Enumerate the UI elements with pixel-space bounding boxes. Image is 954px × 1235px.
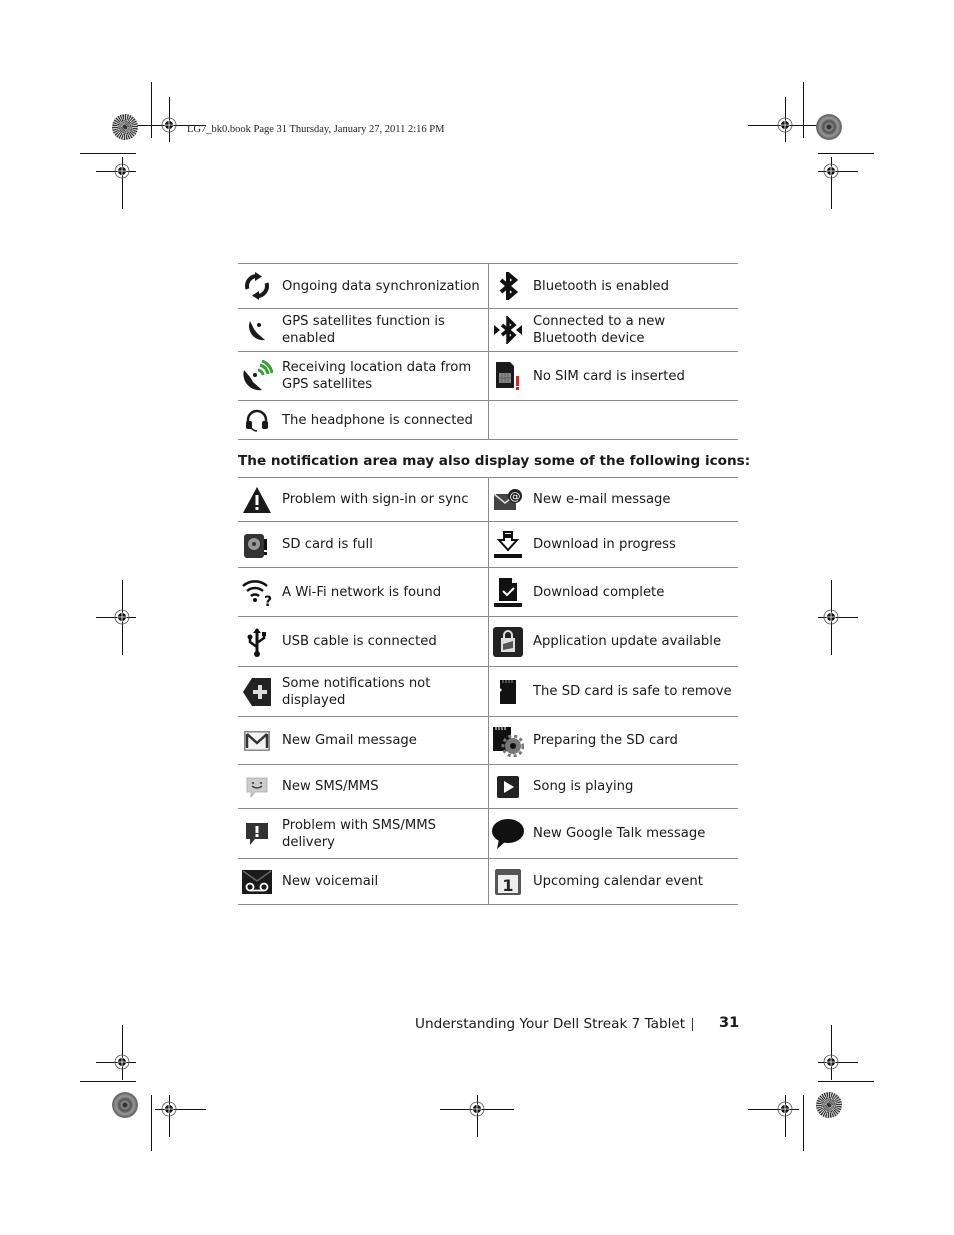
voicemail-icon <box>238 869 276 894</box>
app-update-icon <box>489 626 527 657</box>
crop-line <box>151 82 152 138</box>
icon-description: Download in progress <box>533 537 676 552</box>
table-row: GPS satellites function is enabled Conne… <box>238 308 738 352</box>
crop-line <box>831 1025 832 1080</box>
gps-satellite-icon <box>238 318 276 342</box>
sd-card-preparing-icon <box>489 725 527 757</box>
sms-icon <box>238 775 276 799</box>
gmail-icon <box>238 729 276 753</box>
table-row: Receiving location data from GPS satelli… <box>238 351 738 401</box>
download-complete-icon <box>489 576 527 608</box>
registration-target-icon <box>823 1054 839 1070</box>
play-icon <box>489 775 527 799</box>
table-row: Problem with SMS/MMS delivery New Google… <box>238 808 738 859</box>
table-row: SD card is full Download in progress <box>238 521 738 568</box>
icon-description: Preparing the SD card <box>533 733 678 748</box>
registration-rosette-icon <box>816 114 842 140</box>
icon-description: New Google Talk message <box>533 826 706 841</box>
icon-description: Problem with sign-in or sync <box>282 492 469 507</box>
registration-target-icon <box>161 1101 177 1117</box>
registration-target-icon <box>777 1101 793 1117</box>
crop-line <box>803 82 804 138</box>
svg-text:@: @ <box>510 490 521 503</box>
icon-description: The SD card is safe to remove <box>533 684 732 699</box>
icon-description: Application update available <box>533 634 722 649</box>
usb-icon <box>238 627 276 657</box>
icon-description: A Wi-Fi network is found <box>282 584 442 600</box>
bluetooth-connected-icon <box>489 316 527 344</box>
table-row: ? A Wi-Fi network is found Download comp… <box>238 567 738 617</box>
registration-target-icon <box>823 163 839 179</box>
icon-description: Upcoming calendar event <box>533 874 703 889</box>
talk-icon <box>489 818 527 850</box>
crop-line <box>80 1081 136 1082</box>
registration-target-icon <box>777 117 793 133</box>
icon-description: New Gmail message <box>282 733 417 748</box>
sync-icon <box>238 272 276 300</box>
sd-card-remove-icon <box>489 678 527 706</box>
registration-target-icon <box>469 1101 485 1117</box>
icon-description: The headphone is connected <box>282 412 473 428</box>
crop-line <box>818 1081 874 1082</box>
icon-description: GPS satellites function is enabled <box>282 314 445 346</box>
icon-description: Download complete <box>533 584 665 600</box>
icon-description: Some notifications not displayed <box>282 675 431 708</box>
wifi-found-icon: ? <box>238 577 276 607</box>
headphone-icon <box>238 408 276 432</box>
bluetooth-icon <box>489 272 527 300</box>
registration-rosette-icon <box>816 1092 842 1118</box>
registration-target-icon <box>114 1054 130 1070</box>
icon-description: Receiving location data from GPS satelli… <box>282 360 472 392</box>
footer-separator <box>692 1018 693 1031</box>
warning-icon <box>238 486 276 514</box>
sms-problem-icon <box>238 821 276 847</box>
table-row: Some notifications not displayed The SD … <box>238 666 738 717</box>
icon-description: New e-mail message <box>533 492 671 507</box>
calendar-icon: 1 <box>489 868 527 896</box>
registration-rosette-icon <box>112 1092 138 1118</box>
page-number: 31 <box>719 1015 740 1031</box>
registration-target-icon <box>823 609 839 625</box>
icon-description: Ongoing data synchronization <box>282 278 480 294</box>
icon-description: USB cable is connected <box>282 634 437 649</box>
icon-description: Song is playing <box>533 779 634 794</box>
registration-target-icon <box>114 163 130 179</box>
table-row: New voicemail 1 Upcoming calendar event <box>238 858 738 905</box>
table-row: New SMS/MMS Song is playing <box>238 764 738 809</box>
more-notifications-icon <box>238 677 276 707</box>
no-sim-icon <box>489 361 527 391</box>
crop-line <box>818 153 874 154</box>
icon-description: Bluetooth is enabled <box>533 278 670 294</box>
empty-cell <box>488 400 738 440</box>
gps-receiving-icon <box>238 360 276 392</box>
crop-line <box>122 1025 123 1080</box>
svg-text:1: 1 <box>502 876 513 895</box>
download-progress-icon <box>489 530 527 560</box>
svg-text:?: ? <box>264 594 272 607</box>
crop-line <box>151 1095 152 1151</box>
icon-description: Connected to a new Bluetooth device <box>533 314 666 346</box>
table-row: Ongoing data synchronization Bluetooth i… <box>238 263 738 309</box>
table-row: Problem with sign-in or sync @ New e-mai… <box>238 477 738 522</box>
notification-icons-table: Problem with sign-in or sync @ New e-mai… <box>238 477 738 905</box>
print-slug: LG7_bk0.book Page 31 Thursday, January 2… <box>187 124 445 135</box>
email-icon: @ <box>489 488 527 512</box>
table-row: The headphone is connected <box>238 400 738 440</box>
sd-card-full-icon <box>238 531 276 559</box>
footer-chapter-title: Understanding Your Dell Streak 7 Tablet <box>415 1016 686 1032</box>
crop-line <box>80 153 136 154</box>
section-heading: The notification area may also display s… <box>238 453 751 469</box>
table-row: New Gmail message Preparing the SD card <box>238 716 738 765</box>
registration-target-icon <box>161 117 177 133</box>
icon-description: SD card is full <box>282 537 373 552</box>
icon-description: Problem with SMS/MMS delivery <box>282 817 436 850</box>
registration-rosette-icon <box>112 114 138 140</box>
status-icons-table: Ongoing data synchronization Bluetooth i… <box>238 263 738 440</box>
crop-line <box>803 1095 804 1151</box>
registration-target-icon <box>114 609 130 625</box>
icon-description: New voicemail <box>282 874 379 889</box>
icon-description: No SIM card is inserted <box>533 368 685 384</box>
icon-description: New SMS/MMS <box>282 779 379 794</box>
table-row: USB cable is connected Application updat… <box>238 616 738 667</box>
